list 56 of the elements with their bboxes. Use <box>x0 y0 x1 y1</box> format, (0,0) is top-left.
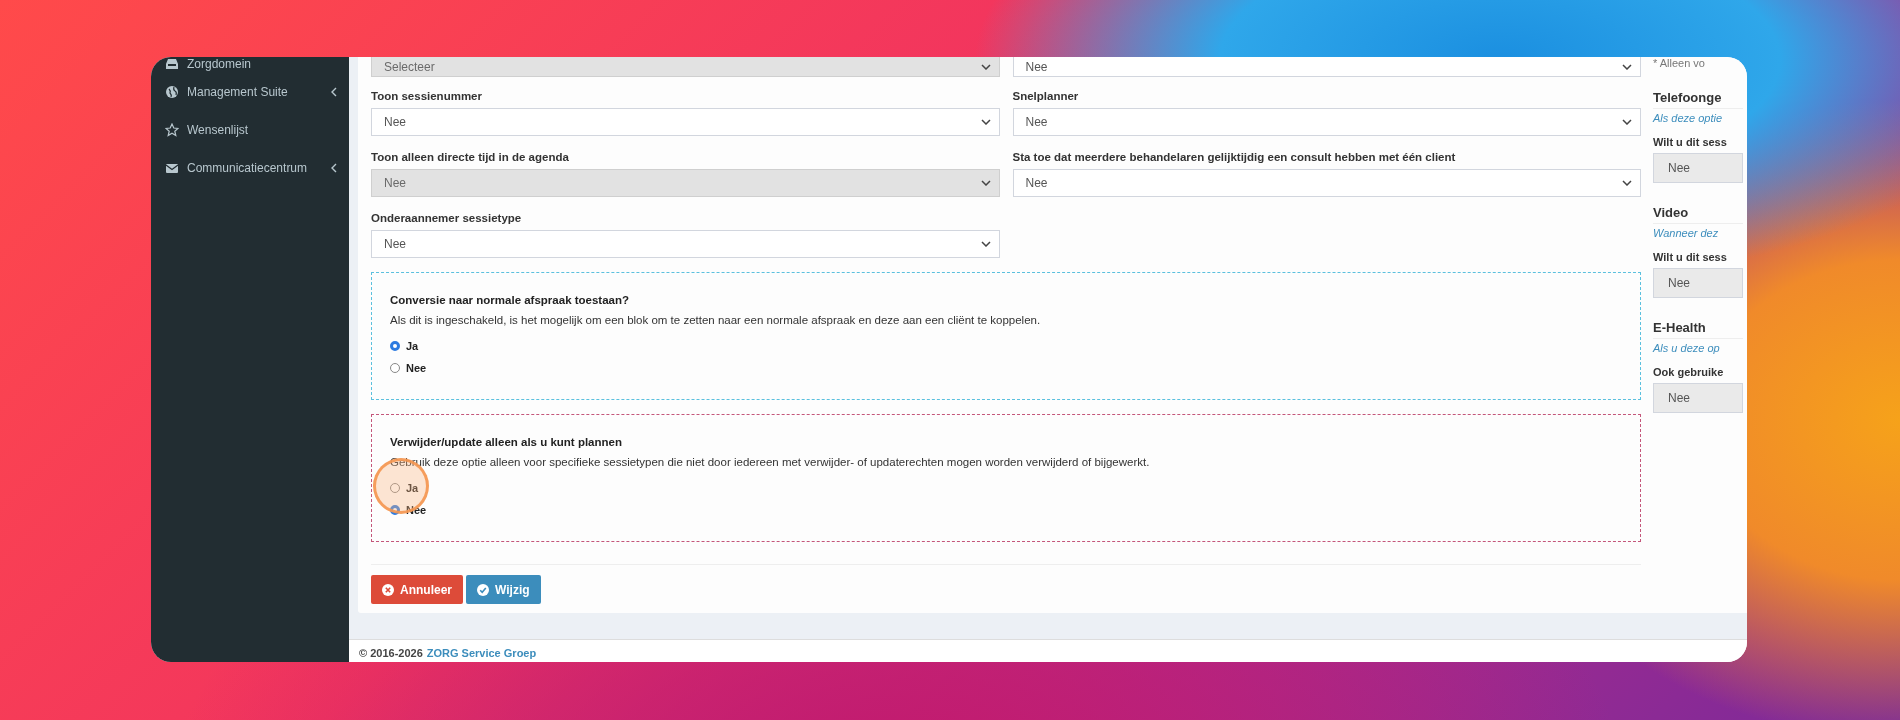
note-text: * Alleen vo <box>1653 57 1706 70</box>
select-field[interactable]: Nee <box>1012 169 1641 197</box>
select-field[interactable]: Nee <box>371 230 1000 258</box>
chevron-left-icon <box>331 163 337 173</box>
section-heading: Video <box>1653 205 1743 224</box>
click-highlight <box>373 458 429 514</box>
copyright-text: © 2016-2026 <box>359 647 423 659</box>
radio-label[interactable]: Nee <box>406 362 427 374</box>
star-icon <box>165 123 179 137</box>
sidebar-item[interactable]: Management Suite <box>151 73 349 111</box>
chevron-down-icon <box>980 119 991 125</box>
select-field[interactable]: Nee <box>1012 57 1641 77</box>
radio-button[interactable] <box>390 363 400 373</box>
chevron-down-icon <box>980 63 991 70</box>
section-heading: Telefoonge <box>1653 90 1743 109</box>
chevron-down-icon <box>1622 119 1632 125</box>
radio-label[interactable]: Ja <box>406 482 419 494</box>
select-field[interactable]: Nee <box>1653 383 1743 413</box>
option-title: Verwijder/update alleen als u kunt plannen <box>390 435 623 449</box>
company-link[interactable]: ZORG Service Groep <box>426 647 537 659</box>
radio-button[interactable] <box>390 505 400 515</box>
select-field[interactable]: Nee <box>1012 108 1641 136</box>
field-label: Wilt u dit sess <box>1653 251 1728 263</box>
select-field[interactable]: Nee <box>1653 153 1743 183</box>
sidebar-item[interactable]: Wensenlijst <box>151 111 349 149</box>
chevron-down-icon <box>1622 180 1632 186</box>
cancel-button[interactable]: Annuleer <box>371 575 463 604</box>
radio-button[interactable] <box>390 341 400 351</box>
option-title: Conversie naar normale afspraak toestaan? <box>390 293 631 307</box>
chevron-down-icon <box>980 241 991 247</box>
field-label: Snelplanner <box>1012 89 1080 103</box>
field-label: Onderaannemer sessietype <box>371 211 523 225</box>
hint-text: Als deze optie <box>1653 112 1724 124</box>
check-circle-icon <box>477 583 489 596</box>
chevron-down-icon <box>980 180 991 186</box>
chevron-left-icon <box>331 87 337 97</box>
section-heading: E-Health <box>1653 320 1743 339</box>
radio-button[interactable] <box>390 483 400 493</box>
hint-text: Als u deze op <box>1653 342 1721 354</box>
globe-icon <box>165 85 179 99</box>
field-label: Ook gebruike <box>1653 366 1725 378</box>
sidebar-item[interactable]: Communicatiecentrum <box>151 149 349 187</box>
field-label: Wilt u dit sess <box>1653 136 1728 148</box>
envelope-icon <box>165 161 179 175</box>
sidebar-item[interactable]: Zorgdomein <box>151 57 349 73</box>
select-field[interactable]: Nee <box>371 108 1000 136</box>
save-button[interactable]: Wijzig <box>466 575 541 604</box>
field-label: Toon alleen directe tijd in de agenda <box>371 150 570 164</box>
field-label: Sta toe dat meerdere behandelaren gelijktijdig een consult hebben met één client <box>1012 150 1457 164</box>
radio-label[interactable]: Ja <box>406 340 419 352</box>
hint-text: Wanneer dez <box>1653 227 1720 239</box>
select-field[interactable]: Nee <box>1653 268 1743 298</box>
close-circle-icon <box>382 583 394 596</box>
field-label: Toon sessienummer <box>371 89 483 103</box>
option-description: Als dit is ingeschakeld, is het mogelijk om een blok om te zetten naar een normale afspraak en deze aan een cliënt te koppelen. <box>390 313 1042 327</box>
chevron-down-icon <box>1622 63 1632 70</box>
